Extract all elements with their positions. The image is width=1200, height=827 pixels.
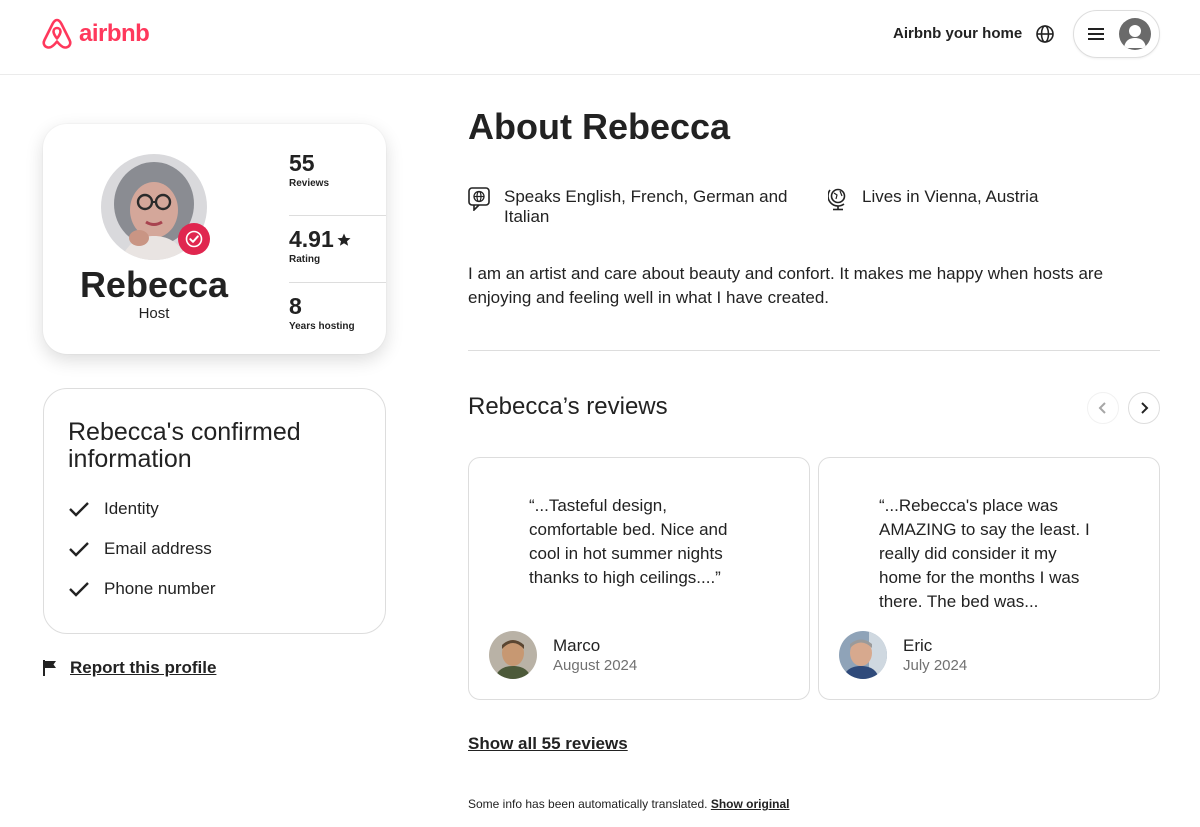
reviewer-avatar[interactable] [489, 631, 537, 679]
stat-label: Rating [289, 254, 321, 265]
about-title: About Rebecca [468, 106, 731, 147]
confirmed-item-phone: Phone number [68, 579, 216, 599]
host-profile-card: Rebecca Host 55 Reviews 4.91 Rating 8 Ye… [43, 124, 386, 354]
checkmark-icon [69, 542, 89, 557]
review-date: August 2024 [553, 657, 638, 674]
review-card[interactable]: “...Tasteful design, comfortable bed. Ni… [468, 457, 810, 700]
user-avatar-icon [1119, 18, 1151, 50]
reviewer: Marco August 2024 [489, 631, 637, 679]
chevron-left-icon [1098, 402, 1106, 414]
checkmark-icon [69, 582, 89, 597]
chevron-right-icon [1141, 402, 1149, 414]
host-role: Host [138, 305, 170, 322]
languages-fact: Speaks English, French, German and Itali… [468, 187, 798, 227]
translation-note: Some info has been automatically transla… [468, 797, 790, 811]
stat-value: 55 [289, 150, 315, 176]
show-all-reviews-link[interactable]: Show all 55 reviews [468, 734, 628, 754]
reviews-title: Rebecca’s reviews [468, 393, 668, 420]
checkmark-icon [69, 502, 89, 517]
next-reviews-button[interactable] [1128, 392, 1160, 424]
section-divider [468, 350, 1160, 351]
confirmed-item-email: Email address [68, 539, 212, 559]
review-text: “...Rebecca's place was AMAZING to say t… [879, 496, 1090, 611]
host-name: Rebecca [79, 264, 229, 305]
stat-label: Reviews [289, 178, 330, 189]
translation-note-text: Some info has been automatically transla… [468, 797, 708, 811]
verified-badge-icon [178, 223, 210, 255]
stat-reviews: 55 Reviews [289, 148, 386, 215]
reviewer: Eric July 2024 [839, 631, 967, 679]
star-icon [337, 233, 351, 246]
stat-years-hosting: 8 Years hosting [289, 282, 386, 349]
show-original-link[interactable]: Show original [711, 797, 790, 811]
previous-reviews-button[interactable] [1087, 392, 1119, 424]
globe-icon[interactable] [1035, 24, 1055, 44]
stat-label: Years hosting [289, 321, 355, 332]
globe-stand-icon [828, 188, 846, 211]
reviewer-name: Marco [553, 636, 601, 655]
stat-rating: 4.91 Rating [289, 215, 386, 282]
review-card[interactable]: “...Rebecca's place was AMAZING to say t… [818, 457, 1160, 700]
reviewer-name: Eric [903, 636, 933, 655]
confirmed-item-label: Identity [104, 499, 159, 518]
hamburger-icon [1088, 28, 1104, 40]
review-text: “...Tasteful design, comfortable bed. Ni… [529, 496, 728, 587]
airbnb-your-home-link[interactable]: Airbnb your home [893, 25, 1022, 42]
languages-text: Speaks English, French, German and Itali… [504, 187, 788, 226]
top-header: airbnb Airbnb your home [0, 0, 1200, 75]
user-menu-button[interactable] [1073, 10, 1160, 58]
report-profile-label[interactable]: Report this profile [70, 658, 216, 678]
flag-icon [43, 660, 56, 676]
speech-bubble-icon [468, 187, 490, 211]
brand-name: airbnb [79, 20, 150, 47]
location-fact: Lives in Vienna, Austria [828, 187, 1128, 211]
stat-value: 8 [289, 293, 302, 319]
confirmed-item-label: Phone number [104, 579, 216, 598]
reviewer-avatar[interactable] [839, 631, 887, 679]
confirmed-info-title: Rebecca's confirmed information [68, 418, 301, 473]
confirmed-item-label: Email address [104, 539, 212, 558]
host-stats: 55 Reviews 4.91 Rating 8 Years hosting [289, 148, 386, 349]
stat-value: 4.91 [289, 226, 334, 252]
review-date: July 2024 [903, 657, 968, 674]
confirmed-item-identity: Identity [68, 499, 159, 519]
airbnb-logo[interactable]: airbnb [41, 17, 150, 51]
location-text: Lives in Vienna, Austria [862, 187, 1039, 206]
confirmed-information-card: Rebecca's confirmed information Identity… [43, 388, 386, 634]
airbnb-logo-icon [42, 18, 72, 49]
report-profile-link[interactable]: Report this profile [43, 658, 216, 678]
host-bio: I am an artist and care about beauty and… [468, 264, 1104, 307]
